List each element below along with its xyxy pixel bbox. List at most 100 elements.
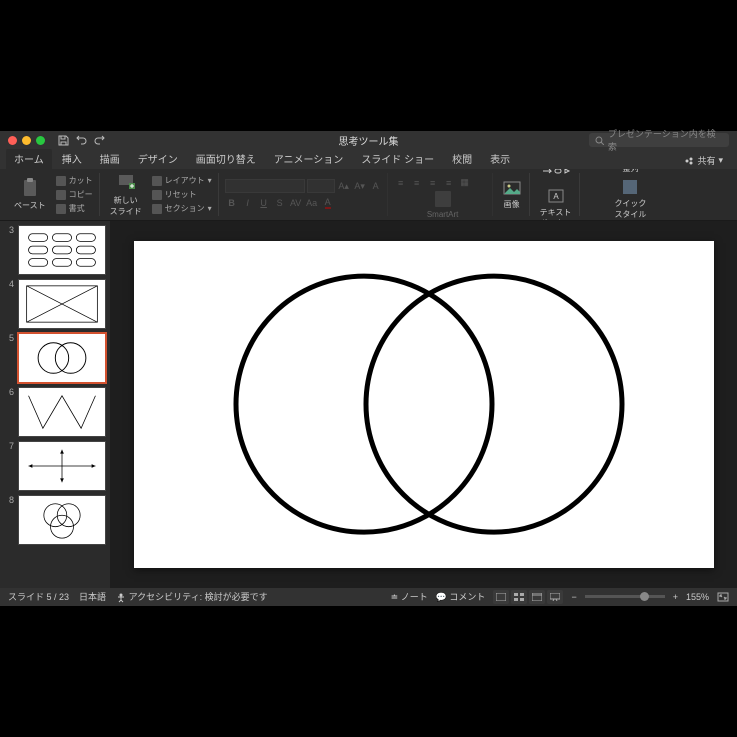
save-icon[interactable] xyxy=(57,134,69,146)
slide-canvas[interactable] xyxy=(134,241,714,567)
new-slide-button[interactable]: 新しい スライド xyxy=(106,171,146,219)
slide-thumbnail-rail[interactable]: 3 4 5 6 xyxy=(0,221,110,587)
tab-insert[interactable]: 挿入 xyxy=(54,148,90,169)
notes-button[interactable]: ≐ ノート xyxy=(391,590,428,603)
undo-icon[interactable] xyxy=(75,134,87,146)
justify-button[interactable]: ≡ xyxy=(442,176,456,190)
decrease-font-button[interactable]: A▾ xyxy=(353,179,367,193)
scissors-icon xyxy=(56,176,66,186)
svg-text:A: A xyxy=(553,192,559,201)
language-indicator[interactable]: 日本語 xyxy=(79,590,106,603)
align-right-button[interactable]: ≡ xyxy=(426,176,440,190)
thumbnail-5: 5 xyxy=(4,333,106,383)
strike-button[interactable]: S xyxy=(273,196,287,210)
tab-slideshow[interactable]: スライド ショー xyxy=(353,148,442,169)
view-mode-buttons xyxy=(493,590,563,604)
tab-home[interactable]: ホーム xyxy=(6,148,52,169)
ribbon-group-paragraph: ≡ ≡ ⇤ ⇥ ↕ A ≡ ≡ ≡ ≡ ▦ SmartArt に変換 xyxy=(390,173,493,216)
line-spacing-button[interactable]: ↕ xyxy=(458,169,472,173)
bullets-button[interactable]: ≡ xyxy=(394,169,408,173)
sorter-view-button[interactable] xyxy=(511,590,527,604)
ribbon-group-arrange: 整列 クイック スタイル 図形の塗りつぶし▾ 図形の枠線▾ xyxy=(582,173,678,216)
slide-thumbnail[interactable] xyxy=(18,333,106,383)
ribbon-group-slides: 新しい スライド レイアウト▾ リセット セクション▾ xyxy=(102,173,219,216)
fit-to-window-button[interactable] xyxy=(717,592,729,602)
font-color-button[interactable]: A xyxy=(321,196,335,210)
smartart-button[interactable]: SmartArt に変換 xyxy=(425,190,461,222)
thumbnail-4: 4 xyxy=(4,279,106,329)
ribbon-group-font: A▴ A▾ A B I U S AV Aa A xyxy=(221,173,388,216)
statusbar: スライド 5 / 23 日本語 アクセシビリティ: 検討が必要です ≐ ノート … xyxy=(0,588,737,606)
zoom-in-button[interactable]: + xyxy=(673,592,678,602)
normal-view-button[interactable] xyxy=(493,590,509,604)
search-icon xyxy=(595,136,604,145)
tab-view[interactable]: 表示 xyxy=(482,148,518,169)
tab-draw[interactable]: 描画 xyxy=(92,148,128,169)
layout-button[interactable]: レイアウト▾ xyxy=(150,174,214,187)
ribbon-group-insert: 画像 xyxy=(495,173,530,216)
copy-icon xyxy=(56,190,66,200)
numbering-button[interactable]: ≡ xyxy=(410,169,424,173)
align-center-button[interactable]: ≡ xyxy=(410,176,424,190)
quickstyle-button[interactable]: クイック スタイル xyxy=(610,176,650,222)
picture-button[interactable]: 画像 xyxy=(499,177,525,212)
bold-button[interactable]: B xyxy=(225,196,239,210)
paste-button[interactable]: ペースト xyxy=(10,176,50,213)
ribbon: ペースト カット コピー 書式 新しい スライド レイアウト▾ リセット セクシ xyxy=(0,169,737,221)
clear-format-button[interactable]: A xyxy=(369,179,383,193)
letterbox-top xyxy=(0,0,737,131)
textbox-button[interactable]: A テキスト ボックス xyxy=(536,185,576,222)
ribbon-group-clipboard: ペースト カット コピー 書式 xyxy=(6,173,100,216)
indent-dec-button[interactable]: ⇤ xyxy=(426,169,440,173)
slide-thumbnail[interactable] xyxy=(18,279,106,329)
copy-button[interactable]: コピー xyxy=(54,188,95,201)
tab-review[interactable]: 校閲 xyxy=(444,148,480,169)
italic-button[interactable]: I xyxy=(241,196,255,210)
search-placeholder: プレゼンテーション内を検索 xyxy=(608,127,723,153)
search-input[interactable]: プレゼンテーション内を検索 xyxy=(589,133,729,147)
slide-thumbnail[interactable] xyxy=(18,495,106,545)
thumbnail-3: 3 xyxy=(4,225,106,275)
comments-button[interactable]: 💬 コメント xyxy=(436,590,486,603)
slide-thumbnail[interactable] xyxy=(18,387,106,437)
font-family-select[interactable] xyxy=(225,179,305,193)
slideshow-view-button[interactable] xyxy=(547,590,563,604)
reset-button[interactable]: リセット xyxy=(150,188,214,201)
tab-transitions[interactable]: 画面切り替え xyxy=(188,148,264,169)
columns-button[interactable]: ▦ xyxy=(458,176,472,190)
brush-icon xyxy=(56,204,66,214)
spacing-button[interactable]: Aa xyxy=(305,196,319,210)
shapes-gallery[interactable] xyxy=(537,169,575,185)
accessibility-icon xyxy=(116,593,126,603)
slide-thumbnail[interactable] xyxy=(18,441,106,491)
zoom-slider[interactable] xyxy=(585,595,665,598)
venn-diagram xyxy=(134,241,714,567)
smartart-icon xyxy=(435,191,451,207)
underline-button[interactable]: U xyxy=(257,196,271,210)
shapes-icon xyxy=(541,169,571,183)
zoom-out-button[interactable]: − xyxy=(571,592,576,602)
share-button[interactable]: 共有 ▾ xyxy=(678,152,729,169)
shadow-button[interactable]: AV xyxy=(289,196,303,210)
picture-icon xyxy=(503,179,521,197)
align-left-button[interactable]: ≡ xyxy=(394,176,408,190)
font-size-select[interactable] xyxy=(307,179,335,193)
format-painter-button[interactable]: 書式 xyxy=(54,202,95,215)
cut-button[interactable]: カット xyxy=(54,174,95,187)
reading-view-button[interactable] xyxy=(529,590,545,604)
zoom-level[interactable]: 155% xyxy=(686,592,709,602)
increase-font-button[interactable]: A▴ xyxy=(337,179,351,193)
accessibility-status[interactable]: アクセシビリティ: 検討が必要です xyxy=(116,590,268,603)
slide-canvas-area[interactable] xyxy=(110,221,737,587)
close-window-button[interactable] xyxy=(8,136,17,145)
slide-thumbnail[interactable] xyxy=(18,225,106,275)
tab-animations[interactable]: アニメーション xyxy=(266,148,352,169)
reset-icon xyxy=(152,190,162,200)
section-button[interactable]: セクション▾ xyxy=(150,202,214,215)
maximize-window-button[interactable] xyxy=(36,136,45,145)
text-direction-button[interactable]: A xyxy=(474,169,488,173)
tab-design[interactable]: デザイン xyxy=(130,148,186,169)
redo-icon[interactable] xyxy=(93,134,105,146)
minimize-window-button[interactable] xyxy=(22,136,31,145)
indent-inc-button[interactable]: ⇥ xyxy=(442,169,456,173)
